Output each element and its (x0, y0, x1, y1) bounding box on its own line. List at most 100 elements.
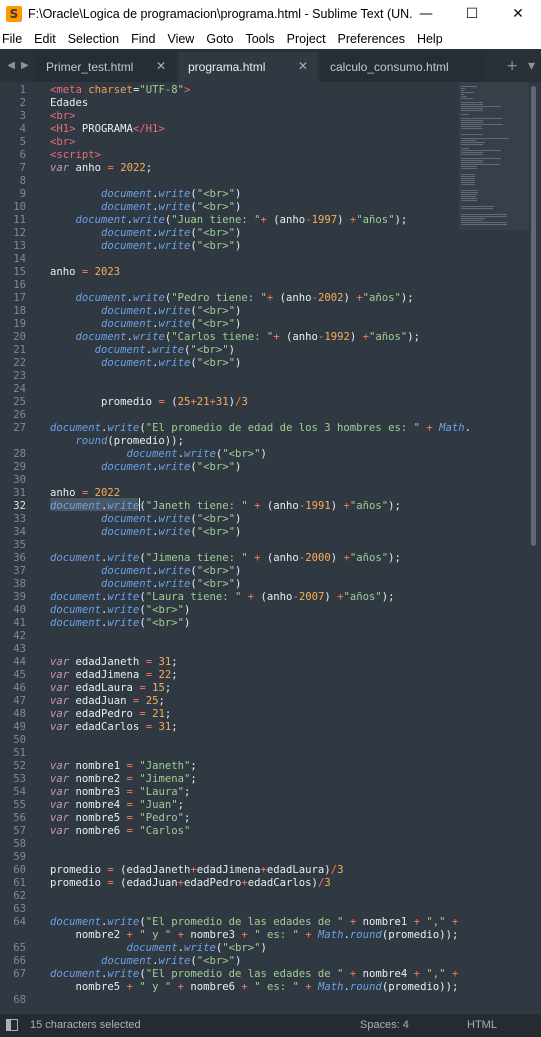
scrollbar-thumb[interactable] (531, 86, 536, 546)
code-token: promedio (50, 396, 159, 408)
code-line: <H1> PROGRAMA</H1> (50, 123, 165, 136)
code-token: "El promedio de edad de los 3 hombres es… (145, 422, 420, 434)
code-token: 1997 (311, 214, 338, 226)
tab-next-icon[interactable]: ▶ (21, 60, 29, 71)
syntax-status[interactable]: HTML (467, 1019, 497, 1031)
code-token: ) (235, 565, 242, 577)
menu-view[interactable]: View (161, 32, 200, 46)
code-line: var edadCarlos = 31; (50, 721, 178, 734)
code-token: document (126, 942, 178, 954)
minimap-line (461, 174, 475, 175)
tab-prev-icon[interactable]: ◀ (7, 60, 15, 71)
code-line: document.write("<br>") (50, 448, 267, 461)
menu-tools[interactable]: Tools (239, 32, 280, 46)
sidebar-toggle-icon[interactable] (6, 1019, 18, 1031)
code-view[interactable]: <meta charset="UTF-8"> Edades <br> <H1> PRO… (50, 82, 471, 1014)
code-line: document.write("El promedio de edad de l… (50, 422, 471, 435)
code-token: "<br>" (196, 526, 236, 538)
code-line: promedio = (edadJaneth+edadJimena+edadLa… (50, 864, 343, 877)
line-number: 25 (13, 396, 26, 408)
tab-list-icon[interactable]: ▾ (528, 58, 535, 74)
close-window-button[interactable]: ✕ (495, 0, 541, 28)
code-token: edadLaura) (266, 864, 331, 876)
maximize-button[interactable]: ☐ (449, 0, 495, 28)
code-token: document (50, 604, 102, 616)
menu-selection[interactable]: Selection (62, 32, 125, 46)
code-token: document (101, 357, 153, 369)
code-token: 31 (215, 396, 229, 408)
minimap-line (461, 90, 464, 91)
line-number: 57 (13, 825, 26, 837)
minimize-button[interactable]: — (403, 0, 449, 28)
code-token: nombre6 (69, 825, 127, 837)
code-token: document (50, 552, 102, 564)
line-number: 55 (13, 799, 26, 811)
line-number: 38 (13, 578, 26, 590)
code-token: ); (388, 500, 401, 512)
code-token: "<br>" (145, 604, 184, 616)
menu-find[interactable]: Find (125, 32, 161, 46)
code-token: ) (183, 617, 191, 629)
minimap-line (461, 108, 483, 109)
menu-help[interactable]: Help (411, 32, 449, 46)
tab-close-icon[interactable]: ✕ (298, 59, 308, 73)
code-line: document.write("El promedio de las edade… (50, 968, 458, 981)
tab-close-icon[interactable]: ✕ (156, 59, 166, 73)
code-token: "<br>" (196, 305, 236, 317)
minimap-line (461, 190, 478, 191)
code-token: ; (177, 799, 184, 811)
line-number: 63 (13, 903, 26, 915)
line-number: 10 (13, 201, 26, 213)
code-token: (anho (260, 500, 299, 512)
line-number: 15 (13, 266, 26, 278)
code-line: document.write("<br>") (50, 188, 241, 201)
line-number: 11 (13, 214, 26, 226)
code-token: "<br>" (196, 357, 236, 369)
line-number: 44 (13, 656, 26, 668)
code-token: write (132, 292, 165, 304)
minimap-line (461, 192, 478, 193)
code-token: ; (190, 773, 197, 785)
code-token: write (183, 942, 216, 954)
menu-edit[interactable]: Edit (28, 32, 62, 46)
code-token: var (50, 825, 70, 837)
code-token: var (50, 721, 70, 733)
tab-programa[interactable]: programa.html ✕ (178, 52, 318, 82)
editor-area[interactable]: 1 2 3 4 5 6 7 8 9 10 11 12 13 14 15 16 17 18 19 20 21 22 23 24 2… (0, 82, 541, 1014)
code-token: "," (426, 916, 446, 928)
new-tab-icon[interactable]: + (506, 58, 518, 74)
code-token: nombre4 (69, 799, 127, 811)
line-number: 7 (19, 162, 26, 174)
menu-project[interactable]: Project (281, 32, 332, 46)
minimap-line (461, 206, 494, 207)
code-token: write (158, 240, 191, 252)
code-token: PROGRAMA (75, 123, 133, 135)
tab-primer-test[interactable]: Primer_test.html ✕ (36, 52, 176, 82)
line-number: 13 (13, 240, 26, 252)
code-token: document (101, 526, 153, 538)
code-token: "<br>" (222, 942, 261, 954)
minimap[interactable] (459, 82, 529, 242)
minimap-line (461, 104, 483, 105)
code-token: 2007 (298, 591, 325, 603)
minimap-line (461, 144, 483, 145)
menu-file[interactable]: File (0, 32, 28, 46)
code-token: write (158, 578, 191, 590)
code-token: + (451, 968, 459, 980)
code-token: (anho (254, 591, 293, 603)
menu-goto[interactable]: Goto (200, 32, 239, 46)
menu-preferences[interactable]: Preferences (332, 32, 411, 46)
code-token: ( (164, 396, 178, 408)
code-token: anho (50, 487, 82, 499)
code-token: "El promedio de las edades de " (145, 968, 344, 980)
code-line: document.write("<br>") (50, 578, 241, 591)
code-token: ) (235, 240, 242, 252)
tab-calculo-consumo[interactable]: calculo_consumo.html (320, 52, 485, 82)
code-token: "años" (343, 591, 382, 603)
code-token: 1992 (324, 331, 350, 343)
code-token: Edades (50, 97, 89, 109)
title-bar: S F:\Oracle\Logica de programacion\progr… (0, 0, 541, 28)
code-line: <script> (50, 149, 101, 162)
indentation-status[interactable]: Spaces: 4 (360, 1019, 409, 1031)
